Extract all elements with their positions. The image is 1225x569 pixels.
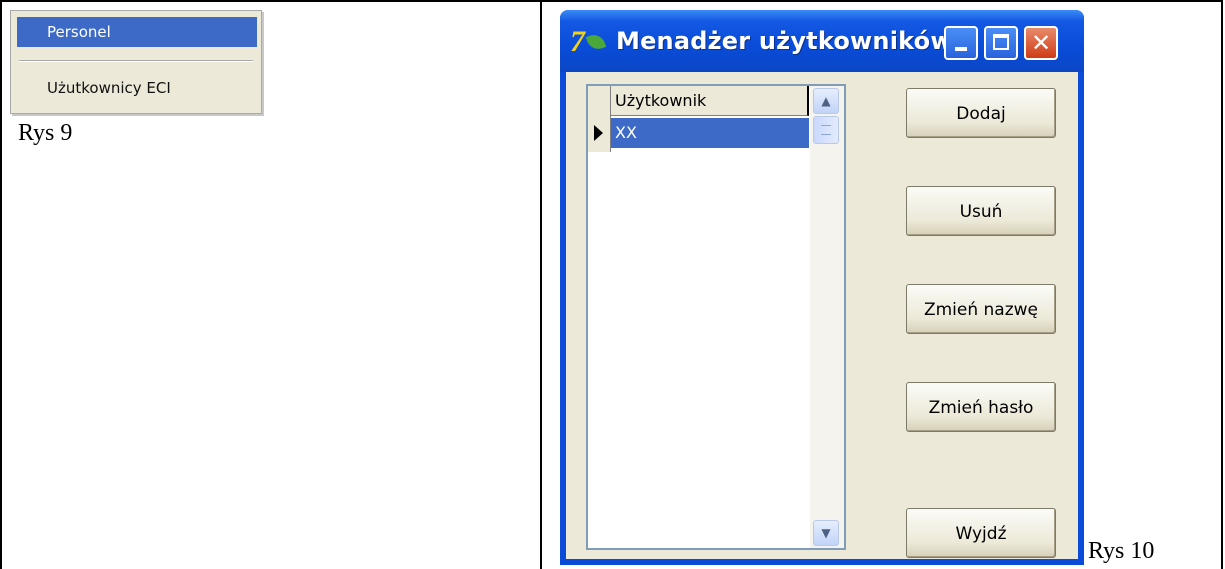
scroll-down-icon[interactable]: ▼ <box>813 520 839 546</box>
title-bar[interactable]: 7 Menadżer użytkowników ✕ <box>560 10 1084 72</box>
figure-9-caption: Rys 9 <box>18 120 73 146</box>
vertical-scrollbar[interactable]: ▲ ▼ <box>810 86 844 548</box>
add-button[interactable]: Dodaj <box>906 88 1056 138</box>
users-grid[interactable]: Użytkownik XX ▲ ▼ <box>586 84 846 550</box>
close-icon[interactable]: ✕ <box>1024 26 1058 60</box>
user-manager-window: 7 Menadżer użytkowników ✕ Użytkownik XX … <box>560 10 1084 565</box>
menu-item-personel[interactable]: Personel <box>17 17 257 47</box>
rename-button[interactable]: Zmień nazwę <box>906 284 1056 334</box>
figure-10-caption: Rys 10 <box>1088 538 1155 564</box>
scrollbar-thumb[interactable] <box>813 116 839 144</box>
remove-button[interactable]: Usuń <box>906 186 1056 236</box>
minimize-icon[interactable] <box>944 26 978 60</box>
menu-item-eci-users[interactable]: Użutkownicy ECI <box>17 73 257 103</box>
window-title: Menadżer użytkowników <box>616 27 953 55</box>
menu-separator <box>19 60 253 62</box>
row-pointer-icon <box>594 125 603 141</box>
column-header-user[interactable]: Użytkownik <box>611 86 809 116</box>
scroll-up-icon[interactable]: ▲ <box>813 88 839 114</box>
popup-menu: Personel Użutkownicy ECI <box>10 10 262 114</box>
exit-button[interactable]: Wyjdź <box>906 508 1056 558</box>
dialog-client-area: Użytkownik XX ▲ ▼ Dodaj Usuń Zmień nazwę… <box>566 72 1078 559</box>
app-logo-icon: 7 <box>570 27 607 57</box>
table-column-divider <box>540 0 542 569</box>
row-indicator-column <box>588 86 611 152</box>
table-row[interactable]: XX <box>611 118 809 148</box>
change-password-button[interactable]: Zmień hasło <box>906 382 1056 432</box>
maximize-icon[interactable] <box>984 26 1018 60</box>
